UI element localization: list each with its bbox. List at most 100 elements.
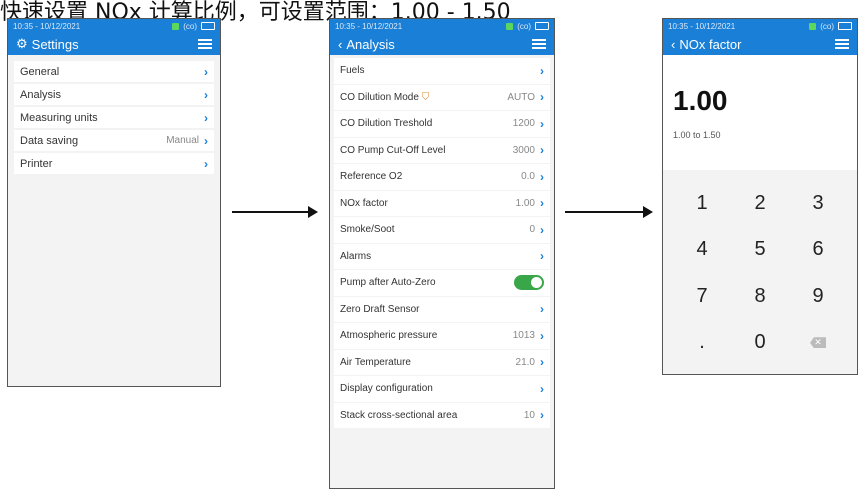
analysis-item-air-temperature[interactable]: Air Temperature 21.0 › xyxy=(334,349,550,375)
key-2[interactable]: 2 xyxy=(731,180,789,227)
chevron-right-icon: › xyxy=(204,87,208,102)
analysis-item-stack-area[interactable]: Stack cross-sectional area 10 › xyxy=(334,402,550,428)
settings-screen: 10:35 - 10/12/2021 (co) ⚙ Settings Genera… xyxy=(7,18,221,387)
item-label: Printer xyxy=(20,157,53,170)
chevron-right-icon: › xyxy=(204,64,208,79)
battery-charge-icon xyxy=(809,22,817,30)
item-label: Alarms xyxy=(340,250,372,262)
signal-icon: (co) xyxy=(820,21,834,31)
item-label: NOx factor xyxy=(340,197,388,209)
chevron-right-icon: › xyxy=(540,381,544,396)
key-3[interactable]: 3 xyxy=(789,180,847,227)
analysis-item-display-configuration[interactable]: Display configuration › xyxy=(334,376,550,402)
battery-icon xyxy=(201,22,215,30)
battery-charge-icon xyxy=(506,22,514,30)
menu-icon[interactable] xyxy=(532,39,546,49)
key-6[interactable]: 6 xyxy=(789,227,847,274)
range-hint: 1.00 to 1.50 xyxy=(673,130,721,140)
signal-icon: (co) xyxy=(183,21,197,31)
analysis-item-zero-draft-sensor[interactable]: Zero Draft Sensor › xyxy=(334,296,550,322)
settings-item-measuring-units[interactable]: Measuring units › xyxy=(14,107,214,128)
status-bar: 10:35 - 10/12/2021 (co) xyxy=(330,19,554,33)
item-label: Analysis xyxy=(20,88,61,101)
settings-item-general[interactable]: General › xyxy=(14,61,214,82)
item-value: 1.00 xyxy=(515,197,535,209)
chevron-right-icon: › xyxy=(540,143,544,158)
chevron-right-icon: › xyxy=(540,249,544,264)
status-time: 10:35 - 10/12/2021 xyxy=(668,21,736,31)
nox-value[interactable]: 1.00 xyxy=(673,85,728,117)
back-icon[interactable]: ‹ xyxy=(671,37,675,52)
analysis-item-atmospheric-pressure[interactable]: Atmospheric pressure 1013 › xyxy=(334,323,550,349)
key-decimal[interactable]: . xyxy=(673,320,731,367)
item-label-text: CO Dilution Mode xyxy=(340,91,419,103)
status-bar: 10:35 - 10/12/2021 (co) xyxy=(8,19,220,33)
key-8[interactable]: 8 xyxy=(731,273,789,320)
analysis-item-reference-o2[interactable]: Reference O2 0.0 › xyxy=(334,164,550,190)
item-label: Air Temperature xyxy=(340,356,411,368)
battery-icon xyxy=(838,22,852,30)
item-value: Manual xyxy=(166,135,199,146)
item-value: 1013 xyxy=(512,330,535,342)
item-label: Reference O2 xyxy=(340,171,403,183)
analysis-item-smoke-soot[interactable]: Smoke/Soot 0 › xyxy=(334,217,550,243)
analysis-screen: 10:35 - 10/12/2021 (co) ‹ Analysis Fuels ›… xyxy=(329,18,555,489)
chevron-right-icon: › xyxy=(540,90,544,105)
item-value: 21.0 xyxy=(515,356,535,368)
menu-icon[interactable] xyxy=(835,39,849,49)
settings-item-analysis[interactable]: Analysis › xyxy=(14,84,214,105)
page-title: Analysis xyxy=(346,36,395,52)
settings-item-printer[interactable]: Printer › xyxy=(14,153,214,174)
analysis-item-co-dilution-mode[interactable]: CO Dilution Mode ⛉ AUTO › xyxy=(334,84,550,110)
analysis-item-co-pump-cutoff[interactable]: CO Pump Cut-Off Level 3000 › xyxy=(334,137,550,163)
key-9[interactable]: 9 xyxy=(789,273,847,320)
analysis-item-nox-factor[interactable]: NOx factor 1.00 › xyxy=(334,190,550,216)
item-label: Pump after Auto-Zero xyxy=(340,277,436,289)
key-delete[interactable]: ✕ xyxy=(789,320,847,367)
chevron-right-icon: › xyxy=(540,196,544,211)
item-value: 1200 xyxy=(512,118,535,130)
item-label: Fuels xyxy=(340,65,365,77)
chevron-right-icon: › xyxy=(204,110,208,125)
status-bar: 10:35 - 10/12/2021 (co) xyxy=(663,19,857,33)
item-label: General xyxy=(20,65,60,78)
analysis-item-fuels[interactable]: Fuels › xyxy=(334,58,550,84)
menu-icon[interactable] xyxy=(198,39,212,49)
chevron-right-icon: › xyxy=(204,156,208,171)
settings-item-data-saving[interactable]: Data saving Manual › xyxy=(14,130,214,151)
item-label: CO Dilution Mode ⛉ xyxy=(340,92,429,103)
analysis-item-alarms[interactable]: Alarms › xyxy=(334,243,550,269)
title-bar: ‹ Analysis xyxy=(330,33,554,55)
key-5[interactable]: 5 xyxy=(731,227,789,274)
chevron-right-icon: › xyxy=(540,355,544,370)
item-label: Smoke/Soot xyxy=(340,224,395,236)
analysis-item-co-dilution-treshold[interactable]: CO Dilution Treshold 1200 › xyxy=(334,111,550,137)
pump-toggle[interactable] xyxy=(514,275,544,291)
signal-icon: (co) xyxy=(517,21,531,31)
battery-icon xyxy=(535,22,549,30)
chevron-right-icon: › xyxy=(540,302,544,317)
key-7[interactable]: 7 xyxy=(673,273,731,320)
chevron-right-icon: › xyxy=(540,328,544,343)
key-4[interactable]: 4 xyxy=(673,227,731,274)
backspace-icon: ✕ xyxy=(810,337,826,349)
status-time: 10:35 - 10/12/2021 xyxy=(335,21,403,31)
numeric-keypad: 1 2 3 4 5 6 7 8 9 . 0 ✕ xyxy=(663,170,857,374)
analysis-list: Fuels › CO Dilution Mode ⛉ AUTO › CO Diluti… xyxy=(330,55,554,488)
chevron-right-icon: › xyxy=(204,133,208,148)
item-label: CO Dilution Treshold xyxy=(340,118,433,130)
item-label: Data saving xyxy=(20,134,79,147)
item-label: Display configuration xyxy=(340,383,433,395)
settings-list: General › Analysis › Measuring units › Data… xyxy=(8,55,220,386)
chevron-right-icon: › xyxy=(540,63,544,78)
page-title: Settings xyxy=(31,36,79,52)
chevron-right-icon: › xyxy=(540,408,544,423)
back-icon[interactable]: ‹ xyxy=(338,37,342,52)
chevron-right-icon: › xyxy=(540,169,544,184)
key-0[interactable]: 0 xyxy=(731,320,789,367)
value-area: 1.00 1.00 to 1.50 xyxy=(663,55,857,170)
arrow-right-icon xyxy=(232,206,318,218)
battery-charge-icon xyxy=(172,22,180,30)
item-value: 0.0 xyxy=(521,171,535,183)
key-1[interactable]: 1 xyxy=(673,180,731,227)
